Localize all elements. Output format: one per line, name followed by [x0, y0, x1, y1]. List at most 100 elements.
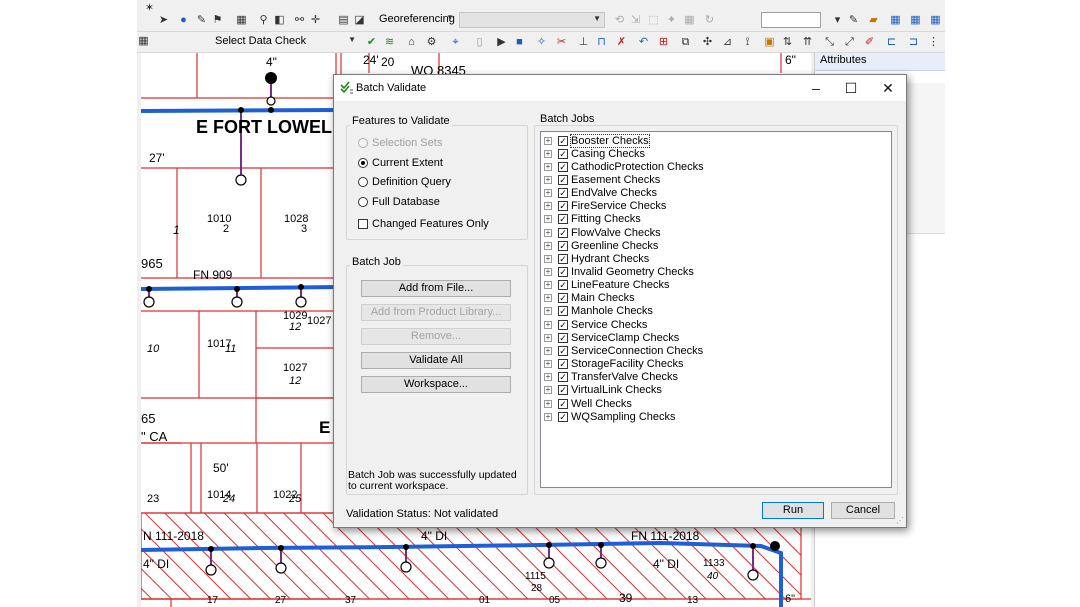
tool-icon[interactable]: ⊐ — [907, 36, 920, 49]
tool-icon[interactable]: ⤢ — [843, 36, 856, 49]
batch-job-checkbox[interactable]: ✓ — [558, 227, 568, 238]
batch-job-item[interactable]: + ✓ FlowValve Checks — [544, 226, 661, 239]
batch-job-item[interactable]: + ✓ EndValve Checks — [544, 187, 657, 200]
batch-job-checkbox[interactable]: ✓ — [558, 293, 568, 304]
expand-plus-icon[interactable]: + — [544, 162, 552, 171]
tool-icon[interactable]: ⊞ — [657, 36, 670, 49]
batch-job-item[interactable]: + ✓ Fitting Checks — [544, 213, 641, 226]
scale-input[interactable] — [761, 12, 821, 28]
batch-job-checkbox[interactable]: ✓ — [558, 267, 568, 277]
batch-job-item[interactable]: + ✓ Invalid Geometry Checks — [544, 266, 694, 279]
batch-job-checkbox[interactable]: ✓ — [558, 372, 568, 383]
batch-job-item[interactable]: + ✓ Easement Checks — [544, 173, 660, 186]
georef-layer-dropdown[interactable]: ▼ — [459, 12, 605, 28]
tool-icon[interactable]: ⧉ — [679, 36, 692, 49]
radio-current-extent[interactable]: Current Extent — [358, 157, 443, 169]
batch-job-checkbox[interactable]: ✓ — [558, 201, 568, 212]
link-icon[interactable]: ⚯ — [293, 14, 306, 27]
rotate-icon[interactable]: ⟲ — [613, 14, 626, 27]
tool-icon[interactable]: ✧ — [535, 36, 548, 49]
batch-jobs-tree[interactable]: + ✓ Booster Checks + ✓ Casing Checks + ✓ Cathodi… — [540, 131, 892, 488]
dialog-titlebar[interactable]: Batch Validate – ☐ ✕ — [334, 75, 906, 101]
batch-job-item[interactable]: + ✓ Well Checks — [544, 397, 632, 410]
close-button[interactable]: ✕ — [870, 75, 906, 101]
batch-job-checkbox[interactable]: ✓ — [558, 398, 568, 409]
grid-icon[interactable]: ▦ — [929, 14, 942, 27]
batch-job-checkbox[interactable]: ✓ — [558, 306, 568, 317]
tool-icon[interactable]: ⤡ — [823, 36, 836, 49]
play-icon[interactable]: ▶ — [495, 36, 508, 49]
refresh-icon[interactable]: ↻ — [703, 14, 716, 27]
expand-plus-icon[interactable]: + — [544, 136, 552, 145]
workspace-button[interactable]: Workspace... — [361, 376, 511, 393]
batch-job-item[interactable]: + ✓ VirtualLink Checks — [544, 384, 662, 397]
identify-icon[interactable]: ● — [177, 14, 190, 27]
batch-job-item[interactable]: + ✓ Main Checks — [544, 292, 635, 305]
batch-job-item[interactable]: + ✓ Booster Checks — [544, 133, 650, 148]
tool-icon[interactable]: ◪ — [353, 14, 366, 27]
radio-full-database[interactable]: Full Database — [358, 196, 440, 208]
tool-icon[interactable]: ✐ — [863, 36, 876, 49]
expand-plus-icon[interactable]: + — [544, 281, 552, 290]
batch-job-item[interactable]: + ✓ FireService Checks — [544, 200, 666, 213]
batch-job-checkbox[interactable]: ✓ — [558, 319, 568, 330]
georeferencing-menu[interactable]: Georeferencing ▼ — [375, 12, 457, 28]
tool-icon[interactable]: ✗ — [615, 36, 628, 49]
batch-job-checkbox[interactable]: ✓ — [558, 280, 568, 291]
batch-job-item[interactable]: + ✓ Manhole Checks — [544, 305, 653, 318]
table-icon[interactable]: ▦ — [683, 14, 696, 27]
remove-button[interactable]: Remove... — [361, 328, 511, 345]
layout-icon[interactable]: ▦ — [235, 14, 248, 27]
tool-icon[interactable]: ⌂ — [405, 36, 418, 49]
batch-job-item[interactable]: + ✓ Greenline Checks — [544, 239, 658, 252]
changed-features-only-checkbox[interactable]: Changed Features Only — [358, 218, 489, 230]
select-arrow-icon[interactable]: ➤ — [157, 14, 170, 27]
tool-icon[interactable]: ▾ — [831, 14, 844, 27]
grid-icon[interactable]: ▦ — [909, 14, 922, 27]
tool-icon[interactable]: ⚑ — [211, 14, 224, 27]
add-from-file-button[interactable]: Add from File... — [361, 280, 511, 297]
expand-plus-icon[interactable]: + — [544, 386, 552, 395]
tool-icon[interactable]: ⊿ — [721, 36, 734, 49]
tool-icon[interactable]: ⚙ — [425, 36, 438, 49]
batch-job-item[interactable]: + ✓ ServiceClamp Checks — [544, 331, 679, 344]
batch-job-checkbox[interactable]: ✓ — [558, 214, 568, 225]
validate-all-button[interactable]: Validate All — [361, 352, 511, 369]
batch-job-checkbox[interactable]: ✓ — [558, 385, 568, 396]
batch-job-checkbox[interactable]: ✓ — [558, 174, 568, 185]
add-from-product-library-button[interactable]: Add from Product Library... — [361, 304, 511, 321]
select-data-check-dropdown[interactable]: Select Data Check ▼ — [211, 34, 359, 50]
expand-plus-icon[interactable]: + — [544, 175, 552, 184]
editor-icon[interactable]: ✎ — [847, 14, 860, 27]
tool-icon[interactable]: ✂ — [555, 36, 568, 49]
radio-definition-query[interactable]: Definition Query — [358, 176, 451, 188]
batch-job-item[interactable]: + ✓ LineFeature Checks — [544, 279, 669, 292]
batch-job-checkbox[interactable]: ✓ — [558, 148, 568, 159]
batch-job-checkbox[interactable]: ✓ — [558, 240, 568, 251]
tool-icon[interactable]: ✣ — [701, 36, 714, 49]
batch-job-item[interactable]: + ✓ TransferValve Checks — [544, 371, 678, 384]
radio-selection-sets[interactable]: Selection Sets — [358, 137, 442, 149]
batch-job-item[interactable]: + ✓ WQSampling Checks — [544, 410, 676, 423]
expand-plus-icon[interactable]: + — [544, 268, 552, 276]
batch-job-item[interactable]: + ✓ Service Checks — [544, 318, 647, 331]
table-icon[interactable]: ▤ — [337, 14, 350, 27]
tool-icon[interactable]: ▣ — [763, 36, 776, 49]
add-control-points-icon[interactable]: ✦ — [665, 14, 678, 27]
tool-icon[interactable]: ⇅ — [781, 36, 794, 49]
minimize-button[interactable]: – — [798, 75, 834, 101]
batch-job-checkbox[interactable]: ✓ — [558, 332, 568, 343]
batch-job-item[interactable]: + ✓ Hydrant Checks — [544, 252, 649, 265]
expand-plus-icon[interactable]: + — [544, 215, 552, 224]
expand-plus-icon[interactable]: + — [544, 241, 552, 250]
tool-icon[interactable]: ⟟ — [741, 36, 754, 49]
batch-job-checkbox[interactable]: ✓ — [558, 253, 568, 264]
batch-job-item[interactable]: + ✓ StorageFacility Checks — [544, 358, 684, 371]
tool-icon[interactable]: ▯ — [473, 36, 486, 49]
xy-icon[interactable]: ✛ — [309, 14, 322, 27]
find-icon[interactable]: ⚲ — [257, 14, 270, 27]
batch-job-item[interactable]: + ✓ Casing Checks — [544, 147, 645, 160]
tool-icon[interactable]: ⋮ — [927, 36, 940, 49]
expand-plus-icon[interactable]: + — [544, 149, 552, 158]
expand-plus-icon[interactable]: + — [544, 307, 552, 316]
